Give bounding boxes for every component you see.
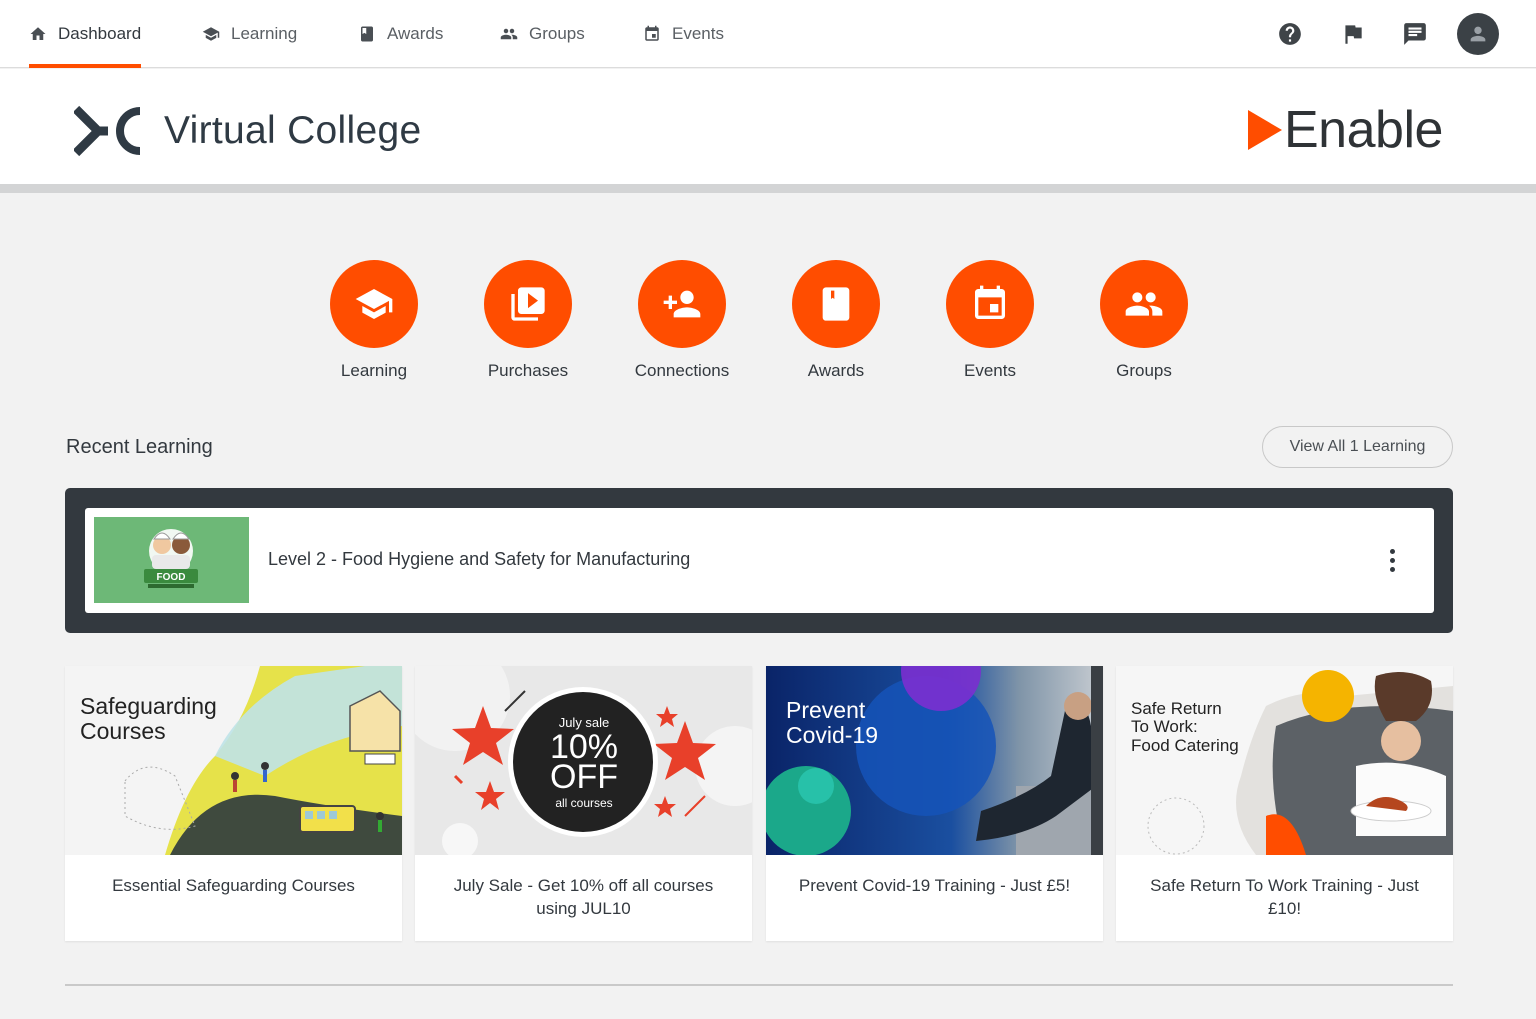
user-avatar[interactable] <box>1457 13 1499 55</box>
messages-button[interactable] <box>1395 14 1435 54</box>
nav-awards-label: Awards <box>387 24 444 43</box>
recent-learning-item-title: Level 2 - Food Hygiene and Safety for Ma… <box>268 549 691 569</box>
quick-link-circle <box>792 260 880 348</box>
promo-caption-safeguarding: Essential Safeguarding Courses <box>112 876 355 895</box>
people-icon <box>1125 292 1163 316</box>
more-options-icon[interactable] <box>1380 544 1404 576</box>
virtual-college-mark-icon <box>74 105 141 157</box>
flag-icon <box>1345 25 1362 44</box>
promo-image-safe-return: Safe Return To Work: Food Catering <box>1116 666 1453 855</box>
play-triangle-icon <box>1248 110 1282 150</box>
quick-link-circle <box>1100 260 1188 348</box>
thumb-food-text: FOOD <box>157 572 186 583</box>
promo-caption-july-sale: July Sale - Get 10% off all courses usin… <box>453 876 714 918</box>
graduation-cap-icon <box>355 289 393 319</box>
quick-link-circle <box>638 260 726 348</box>
quick-link-label: Groups <box>1116 361 1172 380</box>
quick-link-label: Awards <box>807 361 865 380</box>
promo-caption-safe-return: Safe Return To Work Training - Just £10! <box>1150 876 1419 918</box>
home-icon <box>30 27 46 40</box>
brand-name: Virtual College <box>164 109 422 152</box>
quick-link-connections[interactable]: Connections <box>602 260 762 381</box>
nav-groups[interactable]: Groups <box>500 0 585 68</box>
nav-dashboard[interactable]: Dashboard <box>29 0 142 68</box>
top-navigation: Dashboard Learning Awards Groups Events <box>0 0 1536 68</box>
chef-illustration <box>1116 666 1453 855</box>
flag-button[interactable] <box>1333 14 1373 54</box>
quick-link-label: Events <box>964 361 1016 380</box>
enable-logo: Enable <box>1248 100 1443 160</box>
virtual-college-logo[interactable]: Virtual College <box>74 105 421 157</box>
course-thumbnail: FOOD <box>94 517 249 603</box>
quick-link-groups[interactable]: Groups <box>1064 260 1224 381</box>
view-all-learning-button[interactable]: View All 1 Learning <box>1262 426 1453 468</box>
nav-events[interactable]: Events <box>643 0 724 68</box>
promo-card-safe-return[interactable]: Safe Return To Work: Food Catering Safe … <box>1116 666 1453 941</box>
partner-name: Enable <box>1284 101 1443 159</box>
person-add-icon <box>663 290 701 318</box>
recent-learning-panel: FOOD Level 2 - Food Hygiene and Safety f… <box>65 488 1453 633</box>
nav-learning[interactable]: Learning <box>202 0 297 68</box>
nav-learning-label: Learning <box>231 24 298 43</box>
covid-illustration <box>766 666 1103 855</box>
people-icon <box>500 28 518 40</box>
bookmark-book-icon <box>361 26 373 42</box>
nav-dashboard-label: Dashboard <box>58 24 142 43</box>
promo-card-covid[interactable]: Prevent Covid-19 Prevent Covid-19 Traini… <box>766 666 1103 941</box>
promo-image-safeguarding: Safeguarding Courses <box>65 666 402 855</box>
promo-sale-bottom: all courses <box>555 796 613 810</box>
quick-link-label: Purchases <box>487 361 569 380</box>
graduation-cap-icon <box>202 27 220 41</box>
quick-link-label: Connections <box>634 361 730 380</box>
quick-link-events[interactable]: Events <box>910 260 1070 381</box>
promo-image-text-covid: Prevent Covid-19 <box>786 697 879 748</box>
quick-link-circle <box>946 260 1034 348</box>
promo-card-july-sale[interactable]: July sale 10% OFF all courses July Sale … <box>415 666 752 941</box>
recent-learning-title: Recent Learning <box>66 436 213 458</box>
quick-link-circle <box>330 260 418 348</box>
avatar-icon <box>1470 26 1486 42</box>
promo-image-text-safe-return: Safe Return To Work: Food Catering <box>1131 699 1239 755</box>
promo-image-text-safeguarding: Safeguarding Courses <box>80 693 217 744</box>
calendar-icon <box>645 25 659 41</box>
promo-card-safeguarding[interactable]: Safeguarding Courses Essential Safeguard… <box>65 666 402 941</box>
promo-sale-big2: OFF <box>550 758 618 796</box>
quick-link-circle <box>484 260 572 348</box>
promo-image-covid: Prevent Covid-19 <box>766 666 1103 855</box>
quick-link-label: Learning <box>340 361 408 380</box>
food-hygiene-illustration: FOOD <box>144 529 198 588</box>
nav-awards[interactable]: Awards <box>358 0 443 68</box>
promo-caption-covid: Prevent Covid-19 Training - Just £5! <box>798 876 1071 895</box>
calendar-icon <box>975 285 1005 319</box>
nav-events-label: Events <box>672 24 724 43</box>
video-library-icon <box>511 287 545 321</box>
promo-image-july-sale: July sale 10% OFF all courses <box>415 666 752 855</box>
help-button[interactable] <box>1270 14 1310 54</box>
nav-groups-label: Groups <box>529 24 585 43</box>
quick-link-learning[interactable]: Learning <box>294 260 454 381</box>
quick-link-purchases[interactable]: Purchases <box>448 260 608 381</box>
section-divider <box>65 984 1453 986</box>
chat-icon <box>1404 23 1426 45</box>
recent-learning-item[interactable]: FOOD Level 2 - Food Hygiene and Safety f… <box>85 508 1434 613</box>
book-icon <box>822 287 850 321</box>
help-icon <box>1279 23 1301 45</box>
quick-link-awards[interactable]: Awards <box>756 260 916 381</box>
brand-header: Virtual College Enable <box>0 69 1536 193</box>
